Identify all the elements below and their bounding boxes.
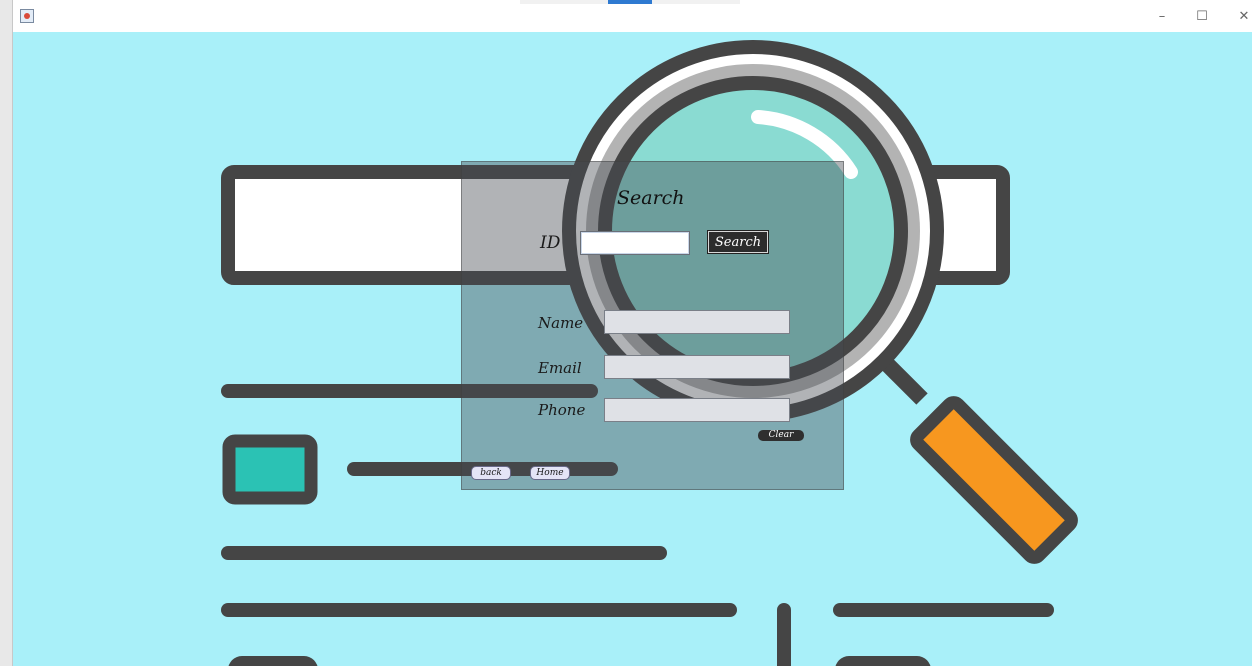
illustration-block	[835, 656, 931, 666]
clear-button[interactable]: Clear	[758, 430, 804, 441]
email-label: Email	[538, 359, 582, 377]
search-button[interactable]: Search	[707, 230, 769, 254]
home-button[interactable]: Home	[530, 466, 570, 480]
maximize-button[interactable]: ☐	[1188, 6, 1216, 28]
illustration-image-block	[222, 434, 318, 505]
taskbar-strip-active	[608, 0, 652, 4]
phone-field[interactable]	[604, 398, 790, 422]
phone-label: Phone	[538, 401, 586, 419]
close-button[interactable]: ✕	[1230, 6, 1252, 28]
magnifier-neck	[881, 358, 928, 405]
magnifier-handle	[910, 396, 1078, 564]
title-bar	[0, 0, 1252, 32]
back-button[interactable]: back	[471, 466, 511, 480]
name-label: Name	[538, 314, 584, 332]
window-left-edge	[0, 0, 13, 666]
illustration-block	[228, 656, 318, 666]
java-app-icon[interactable]	[20, 9, 34, 23]
form-title: Search	[617, 187, 685, 209]
id-input[interactable]	[580, 231, 690, 255]
minimize-button[interactable]: –	[1148, 6, 1176, 28]
id-label: ID	[540, 233, 561, 253]
name-field[interactable]	[604, 310, 790, 334]
email-field[interactable]	[604, 355, 790, 379]
search-form-panel: Search ID Search Name Email Phone Clear …	[461, 161, 844, 490]
